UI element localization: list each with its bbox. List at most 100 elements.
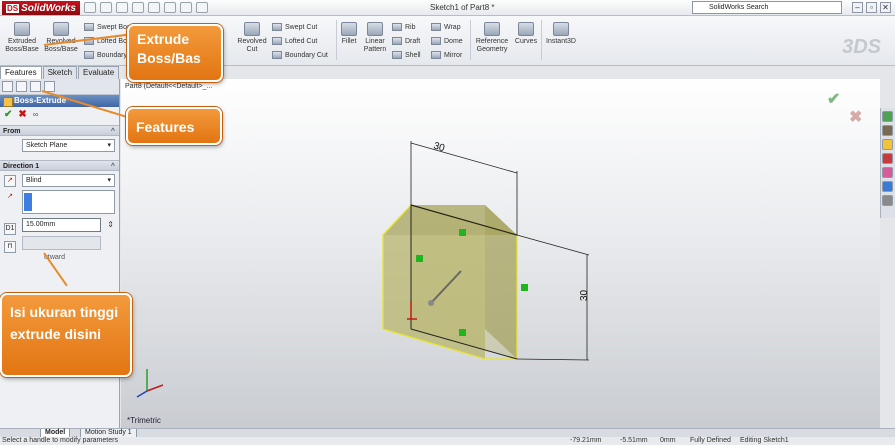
from-group: From Sketch Plane: [0, 125, 119, 152]
end-condition-select[interactable]: Blind: [22, 174, 115, 187]
status-sketch-state: Fully Defined: [690, 437, 731, 444]
command-manager-tabs: Features Sketch Evaluate: [0, 66, 120, 79]
drag-handle-icon[interactable]: [428, 300, 434, 306]
boundary-icon: [84, 51, 94, 59]
height-dimension-text[interactable]: 30: [579, 289, 590, 301]
property-manager-icon[interactable]: [16, 81, 27, 92]
direction1-group: Direction 1 ↗ Blind ↗ D1 15.00mm ⊓ utwar…: [0, 160, 119, 261]
options-icon[interactable]: [196, 2, 208, 13]
tab-evaluate[interactable]: Evaluate: [78, 66, 120, 79]
rib-button[interactable]: Rib: [392, 23, 416, 31]
tab-features[interactable]: Features: [0, 66, 42, 79]
edge-handle[interactable]: [416, 255, 423, 262]
extension-line: [516, 234, 590, 256]
solidworks-logo[interactable]: DS SolidWorks: [2, 1, 80, 15]
window-controls: – ▫ ✕: [852, 2, 891, 13]
graphics-area[interactable]: Part8 (Default<<Default>_... 30 30 ✔ ✖ *…: [121, 79, 880, 428]
resources-icon[interactable]: [882, 111, 893, 122]
linear-pattern-button[interactable]: Linear Pattern: [360, 22, 390, 54]
edge-handle[interactable]: [459, 329, 466, 336]
revolved-cut-button[interactable]: Revolved Cut: [234, 22, 270, 54]
cancel-x-icon[interactable]: ✖: [18, 109, 26, 120]
draft-icon: [392, 37, 402, 45]
ribbon-separator: [336, 20, 337, 60]
config-manager-icon[interactable]: [30, 81, 41, 92]
toolbox-icon[interactable]: [882, 195, 893, 206]
depth-d1-icon: D1: [4, 223, 16, 235]
lofted-cut-button[interactable]: Lofted Cut: [272, 37, 317, 45]
dimension-line-width: [410, 142, 518, 174]
save-icon[interactable]: [116, 2, 128, 13]
edge-handle[interactable]: [459, 229, 466, 236]
extrude-icon: [14, 22, 30, 36]
rebuild-icon[interactable]: [180, 2, 192, 13]
model-canvas[interactable]: 30 30: [121, 79, 880, 428]
shell-icon: [392, 51, 402, 59]
from-group-title[interactable]: From: [0, 125, 119, 137]
close-button[interactable]: ✕: [880, 2, 891, 13]
swept-cut-button[interactable]: Swept Cut: [272, 23, 317, 31]
boundary-boss-button[interactable]: Boundary: [84, 51, 127, 59]
selection-highlight: [24, 193, 32, 211]
new-icon[interactable]: [84, 2, 96, 13]
tab-sketch[interactable]: Sketch: [42, 66, 78, 79]
bottom-tab-strip: Model Motion Study 1: [0, 428, 895, 438]
document-title: Sketch1 of Part8 *: [430, 3, 495, 12]
preview-glasses-icon[interactable]: ∞: [33, 110, 39, 119]
rib-icon: [392, 23, 402, 31]
search-input[interactable]: SolidWorks Search: [692, 1, 842, 14]
mirror-icon: [431, 51, 441, 59]
ribbon-separator: [470, 20, 471, 60]
status-z-coordinate: 0mm: [660, 437, 676, 444]
reference-geometry-icon: [484, 22, 500, 36]
restore-button[interactable]: ▫: [866, 2, 877, 13]
curves-button[interactable]: Curves: [513, 22, 539, 46]
mirror-button[interactable]: Mirror: [431, 51, 462, 59]
minimize-button[interactable]: –: [852, 2, 863, 13]
direction-selection-box[interactable]: [22, 190, 115, 214]
status-y-coordinate: -5.51mm: [620, 437, 648, 444]
edge-handle[interactable]: [521, 284, 528, 291]
fillet-icon: [341, 22, 357, 36]
file-explorer-icon[interactable]: [882, 139, 893, 150]
design-library-icon[interactable]: [882, 125, 893, 136]
custom-properties-icon[interactable]: [882, 181, 893, 192]
draft-outward-label: utward: [44, 254, 66, 261]
ds-watermark-icon: 3DS: [842, 36, 881, 58]
select-icon[interactable]: [164, 2, 176, 13]
from-start-select[interactable]: Sketch Plane: [22, 139, 115, 152]
wrap-button[interactable]: Wrap: [431, 23, 461, 31]
boundary-cut-button[interactable]: Boundary Cut: [272, 51, 328, 59]
dome-button[interactable]: Dome: [431, 37, 463, 45]
appearances-icon[interactable]: [882, 167, 893, 178]
wrap-icon: [431, 23, 441, 31]
print-icon[interactable]: [132, 2, 144, 13]
view-palette-icon[interactable]: [882, 153, 893, 164]
status-x-coordinate: -79.21mm: [570, 437, 602, 444]
depth-instruction-callout: Isi ukuran tinggi extrude disini: [0, 293, 132, 377]
shell-button[interactable]: Shell: [392, 51, 421, 59]
boundary-cut-icon: [272, 51, 282, 59]
ok-check-icon[interactable]: ✔: [4, 109, 12, 120]
reference-geometry-button[interactable]: Reference Geometry: [473, 22, 511, 54]
draft-toggle-icon[interactable]: ⊓: [4, 241, 16, 253]
depth-input[interactable]: 15.00mm: [22, 218, 114, 232]
revolved-cut-icon: [244, 22, 260, 36]
linear-pattern-icon: [367, 22, 383, 36]
revolved-boss-button[interactable]: Revolved Boss/Base: [42, 22, 80, 54]
task-pane: [880, 108, 895, 218]
confirm-ok-icon[interactable]: ✔: [827, 89, 840, 109]
fillet-button[interactable]: Fillet: [338, 22, 360, 46]
direction1-group-title[interactable]: Direction 1: [0, 160, 119, 172]
draft-angle-input[interactable]: [22, 236, 101, 250]
undo-icon[interactable]: [148, 2, 160, 13]
quick-access-toolbar: [84, 2, 208, 13]
reverse-direction-icon[interactable]: ↗: [4, 175, 16, 187]
swept-cut-icon: [272, 23, 282, 31]
extruded-boss-button[interactable]: Extruded Boss/Base: [4, 22, 40, 54]
confirm-cancel-icon[interactable]: ✖: [849, 107, 862, 127]
feature-manager-icon[interactable]: [2, 81, 13, 92]
draft-button[interactable]: Draft: [392, 37, 420, 45]
open-icon[interactable]: [100, 2, 112, 13]
instant3d-button[interactable]: Instant3D: [543, 22, 579, 46]
